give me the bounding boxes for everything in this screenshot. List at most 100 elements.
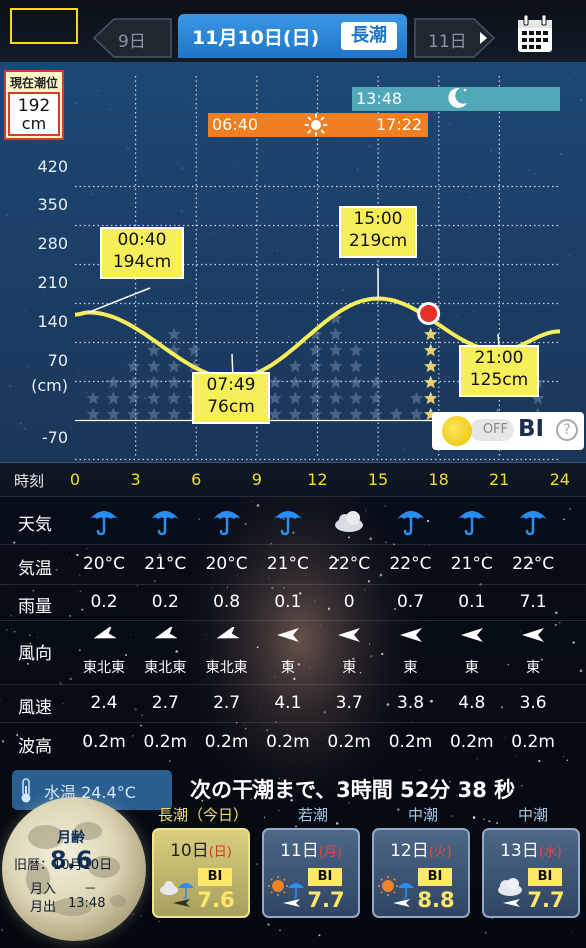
day-card[interactable]: 若潮 11日(月) BI 7.7 [262, 806, 360, 918]
next-day-button[interactable]: 11日 [414, 18, 496, 58]
wind-arrow-icon [338, 628, 361, 642]
weather-row-wind_dir: 風向 東北東 東北東 東北東 東 東 東 東 東 [0, 620, 586, 685]
umbrella-icon [273, 511, 302, 536]
y-axis-tick-label: -70 [41, 428, 68, 447]
day-card-bi-badge: BI [308, 868, 342, 886]
time-tick-label: 0 [69, 470, 81, 489]
weather-cell: 2.7 [151, 693, 179, 713]
header-bar: 9日 11月10日(日) 長潮 11日 [0, 0, 586, 62]
wind-arrow-icon [283, 899, 300, 907]
weather-row-rain: 雨量 0.2 0.2 0.8 0.1 0 0.7 0.1 7.1 [0, 584, 586, 621]
help-icon[interactable]: ? [556, 419, 578, 441]
weather-row-label: 気温 [18, 559, 52, 579]
weather-cell: 3.6 [519, 693, 547, 713]
y-axis-tick-label: 210 [37, 273, 68, 292]
weather-cell: 0.2m [204, 732, 249, 752]
weather-cell: 東 [464, 660, 479, 676]
wind-arrow-icon [93, 627, 117, 639]
time-tick-label: 18 [428, 470, 449, 489]
moon-bar: 13:48 [352, 87, 560, 111]
day-card-weekday: (月) [318, 845, 342, 860]
weather-cell: 0.7 [396, 592, 425, 612]
weather-row-label: 風速 [18, 698, 52, 718]
weather-cell: 0.2 [90, 592, 118, 612]
tide-chart[interactable]: 現在潮位 192 cm 420 350 280 210 140 70 (cm) -70 13:… [0, 62, 586, 462]
weather-cell: 22°C [512, 554, 555, 574]
tide-label-high-1: 00:40 194cm [100, 227, 184, 279]
weather-cell: 東 [342, 660, 357, 676]
sun-icon [304, 113, 328, 137]
day-card-tide-type: 長潮（今日） [157, 806, 248, 824]
current-tide-panel: 現在潮位 192 cm [4, 70, 64, 140]
wind-arrow-icon [276, 628, 299, 642]
moonset-label: 月入 [30, 882, 57, 897]
weather-cell: 4.1 [274, 693, 302, 713]
time-tick-label: 21 [489, 470, 510, 489]
day-card[interactable]: 中潮 13日(水) BI 7.7 [482, 806, 580, 918]
tide-label-height: 194cm [112, 252, 172, 272]
tide-label-height: 76cm [207, 397, 255, 417]
weather-cell: 0.1 [274, 592, 302, 612]
bi-toggle-knob[interactable] [442, 416, 472, 446]
weather-cell: 22°C [328, 554, 371, 574]
tide-label-time: 15:00 [353, 209, 403, 229]
time-tick-label: 6 [191, 470, 202, 489]
weather-cell: 東北東 [83, 660, 125, 676]
time-tick-label: 9 [251, 470, 262, 489]
day-card[interactable]: 中潮 12日(火) BI 8.8 [372, 806, 470, 918]
weather-row-wave: 波高 0.2m 0.2m 0.2m 0.2m 0.2m 0.2m 0.2m 0.2m [0, 722, 586, 763]
current-date-tab: 11月10日(日) 長潮 [178, 14, 407, 58]
current-tide-title: 現在潮位 [9, 76, 58, 90]
tide-label-time: 00:40 [117, 230, 167, 250]
sunset-time: 17:22 [376, 115, 423, 134]
umbrella-icon [457, 511, 486, 536]
day-card-bi-value: 8.8 [417, 888, 455, 912]
day-card-weekday: (日) [208, 845, 232, 860]
wind-arrow-icon [460, 628, 483, 642]
day-card-bi-badge: BI [418, 868, 452, 886]
day-card-tide-type: 中潮 [407, 806, 438, 824]
day-card-bi-value: 7.7 [527, 888, 565, 912]
current-tide-unit: cm [21, 114, 47, 133]
prev-day-button[interactable]: 9日 [92, 18, 172, 58]
current-tide-value-box: 192 cm [8, 92, 60, 136]
weather-row-label: 天気 [18, 515, 52, 535]
umbrella-icon [151, 511, 180, 536]
cloud-icon [335, 511, 364, 532]
weather-cell: 東北東 [205, 660, 248, 676]
day-card-date: 10日(日) [154, 836, 248, 861]
weather-cell: 0.2m [449, 732, 494, 752]
calendar-icon[interactable] [516, 14, 554, 54]
weather-cell: 0.2m [388, 732, 433, 752]
day-card[interactable]: 長潮（今日） 10日(日) BI 7.6 [152, 806, 250, 918]
sunrise-time: 06:40 [212, 115, 259, 134]
moonrise-time: 13:48 [356, 89, 403, 108]
day-card-tide-type: 中潮 [517, 806, 548, 824]
y-axis-tick-label: 70 [47, 351, 68, 370]
weather-cell: 0.8 [213, 592, 241, 612]
tide-label-time: 21:00 [474, 348, 524, 368]
weather-cell: 21°C [266, 554, 309, 574]
day-card-day: 12日 [390, 841, 429, 861]
tide-type-badge: 長潮 [341, 22, 397, 50]
bi-toggle[interactable]: OFF BI ? [432, 412, 584, 450]
umbrella-icon [396, 511, 425, 536]
tide-label-height: 219cm [348, 231, 408, 251]
umbrella-icon [90, 511, 118, 536]
day-card-day: 13日 [500, 841, 539, 861]
umbrella-icon [519, 511, 548, 536]
weather-cell: 20°C [82, 554, 125, 574]
weather-row-label: 雨量 [18, 597, 52, 617]
time-tick-label: 15 [367, 470, 389, 489]
app-logo-frame[interactable] [10, 8, 78, 44]
weather-cell: 東 [526, 660, 541, 676]
moon-age-label: 月齢 [57, 830, 85, 846]
day-card-weekday: (水) [538, 845, 562, 860]
current-date: 11月10日(日) [192, 27, 320, 49]
tide-label-time: 07:49 [206, 375, 256, 395]
time-tick-label: 24 [549, 470, 570, 489]
day-card-bi-value: 7.6 [197, 888, 235, 912]
day-card-day: 11日 [280, 841, 319, 861]
wind-arrow-icon [173, 899, 190, 907]
app-screen: 9日 11月10日(日) 長潮 11日 現在潮位 192 cm 420 350 … [0, 0, 586, 948]
